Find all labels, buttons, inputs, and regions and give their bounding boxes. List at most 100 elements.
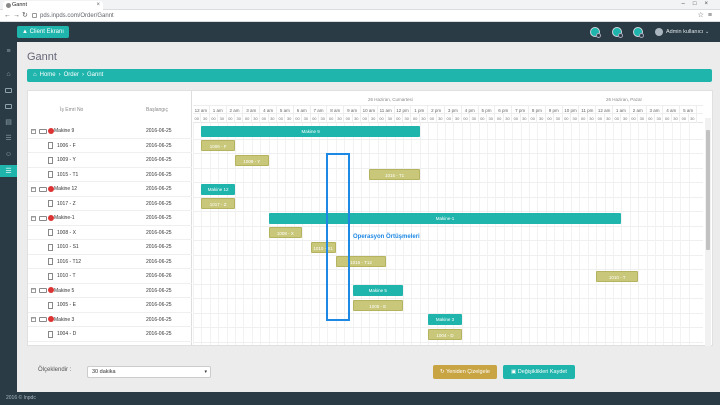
messages-icon[interactable] (612, 27, 623, 38)
collapse-icon[interactable]: − (31, 186, 36, 192)
badge-icon (596, 33, 601, 38)
task-row[interactable]: 1015 - T1 2016-06-25 (28, 168, 192, 182)
minute-label: 00 (344, 114, 353, 123)
group-row[interactable]: − Makine 9 2016-06-25 (28, 124, 192, 139)
task-bar[interactable]: 1017 - Z (201, 198, 235, 209)
task-row[interactable]: 1010 - S1 2016-06-25 (28, 240, 192, 255)
minute-label: 30 (571, 114, 580, 123)
row-line (193, 138, 703, 140)
back-icon[interactable]: ← (4, 11, 11, 21)
overlap-annotation: Operasyon Örtüşmeleri (353, 234, 420, 240)
inbox-icon[interactable] (4, 102, 13, 110)
group-row[interactable]: − Makine-1 2016-06-25 (28, 211, 192, 226)
row-date: 2016-06-25 (146, 331, 172, 337)
menu-toggle-icon[interactable]: ≡ (4, 47, 13, 55)
browser-tab[interactable]: Gannt × (3, 1, 103, 10)
task-row[interactable]: 1008 - X 2016-06-25 (28, 226, 192, 240)
group-row[interactable]: − Makine 3 2016-06-25 (28, 313, 192, 327)
task-row[interactable]: 1010 - T 2016-06-26 (28, 269, 192, 284)
user-name[interactable]: Admin kullanıcı (666, 27, 703, 37)
avatar[interactable] (655, 28, 663, 36)
row-line (193, 254, 703, 256)
group-row[interactable]: − Makine 5 2016-06-25 (28, 284, 192, 298)
close-tab-icon[interactable]: × (96, 1, 100, 10)
minute-label: 00 (294, 114, 303, 123)
minute-label: 00 (579, 114, 588, 123)
group-row[interactable]: − Makine 12 2016-06-25 (28, 182, 192, 197)
page-footer: 2016 © Inpdc (0, 392, 720, 405)
task-row[interactable]: 1006 - F 2016-06-25 (28, 139, 192, 153)
minute-label: 00 (495, 114, 504, 123)
minute-label: 30 (353, 114, 361, 123)
task-bar[interactable]: 1015 - T1 (369, 169, 420, 180)
row-date: 2016-06-25 (146, 186, 172, 192)
save-changes-button[interactable]: ▣ Değişiklikleri Kaydet (503, 365, 575, 379)
group-bar[interactable]: Makine-1 (268, 212, 622, 224)
reschedule-button[interactable]: ↻ Yeniden Çizelgele (433, 365, 497, 379)
task-row[interactable]: 1005 - E 2016-06-25 (28, 298, 192, 313)
minute-label: 00 (428, 114, 437, 123)
task-row[interactable]: 1016 - T12 2016-06-25 (28, 255, 192, 269)
breadcrumb-gantt: Gannt (86, 72, 104, 78)
task-bar[interactable]: 1004 - D (428, 328, 462, 340)
window-controls[interactable]: –□× (682, 0, 716, 9)
minute-label: 30 (521, 114, 529, 123)
scale-select[interactable]: 30 dakika ▾ (87, 366, 211, 378)
forward-icon[interactable]: → (13, 11, 20, 21)
client-screen-button[interactable]: ▲ Client Ekranı (17, 26, 69, 38)
group-bar[interactable]: Makine 3 (428, 314, 462, 325)
collapse-icon[interactable]: − (31, 215, 36, 221)
row-date: 2016-06-26 (146, 273, 172, 279)
minute-label: 00 (378, 114, 387, 123)
breadcrumb-home[interactable]: Home (40, 72, 56, 78)
row-line (193, 196, 703, 198)
task-bar[interactable]: 1010 - T (596, 270, 639, 282)
tasks-icon[interactable] (633, 27, 644, 38)
group-bar[interactable]: Makine 12 (201, 183, 235, 195)
vertical-scrollbar[interactable] (705, 118, 711, 346)
task-row[interactable]: 1004 - D 2016-06-25 (28, 327, 192, 342)
bookmark-star-icon[interactable]: ☆≡ (698, 11, 716, 21)
minute-label: 30 (605, 114, 613, 123)
task-bar[interactable]: 1005 - E (352, 299, 403, 311)
task-bar[interactable]: 1009 - Y (235, 154, 269, 166)
book-icon[interactable]: ▤ (4, 118, 13, 126)
timeline-days: 26 Haziran, Cumartesi 26 Haziran, Pazar (193, 97, 703, 105)
column-header-name[interactable]: İş Emri No (60, 107, 83, 113)
day-label: 26 Haziran, Cumartesi (368, 97, 413, 102)
collapse-icon[interactable]: − (31, 288, 36, 293)
scrollbar-thumb[interactable] (706, 130, 710, 250)
browser-addressbar: ← → ↻ pds.inpds.com/Order/Gannt ☆≡ (0, 10, 720, 22)
tab-title: Gannt (12, 2, 27, 8)
breadcrumb-order[interactable]: Order (64, 72, 79, 78)
reload-icon[interactable]: ↻ (22, 11, 28, 21)
task-bar[interactable]: 1008 - X (268, 227, 303, 238)
monitor-icon[interactable] (4, 86, 13, 94)
group-bar[interactable]: Makine 5 (352, 285, 403, 296)
url-input[interactable]: pds.inpds.com/Order/Gannt (32, 11, 682, 21)
minute-label: 00 (311, 114, 319, 123)
column-header-start[interactable]: Başlangıç (146, 107, 168, 113)
users-icon[interactable]: ☺ (4, 150, 13, 158)
row-name: Makine 9 (54, 128, 75, 134)
collapse-icon[interactable]: − (31, 128, 36, 134)
collapse-icon[interactable]: − (31, 317, 36, 322)
document-icon (48, 171, 53, 178)
task-row[interactable]: 1017 - Z 2016-06-25 (28, 197, 192, 211)
home-icon[interactable]: ⌂ (4, 70, 13, 78)
notification-icon[interactable] (590, 27, 601, 38)
group-bar[interactable]: Makine 9 (201, 125, 420, 137)
row-date: 2016-06-25 (146, 128, 172, 134)
task-bar[interactable]: 1006 - F (201, 140, 235, 151)
minute-label: 00 (546, 114, 555, 123)
row-name: Makine-1 (54, 215, 75, 221)
day-label: 26 Haziran, Pazar (606, 97, 643, 102)
minute-label: 30 (403, 114, 412, 123)
row-name: 1016 - T12 (57, 258, 82, 265)
row-line (193, 153, 703, 154)
task-row[interactable]: 1009 - Y 2016-06-25 (28, 153, 192, 168)
gantt-icon[interactable]: ☰ (0, 165, 17, 177)
document-icon (48, 330, 53, 338)
list-icon[interactable]: ☰ (4, 134, 13, 142)
chevron-down-icon[interactable]: ⌄ (705, 27, 709, 37)
